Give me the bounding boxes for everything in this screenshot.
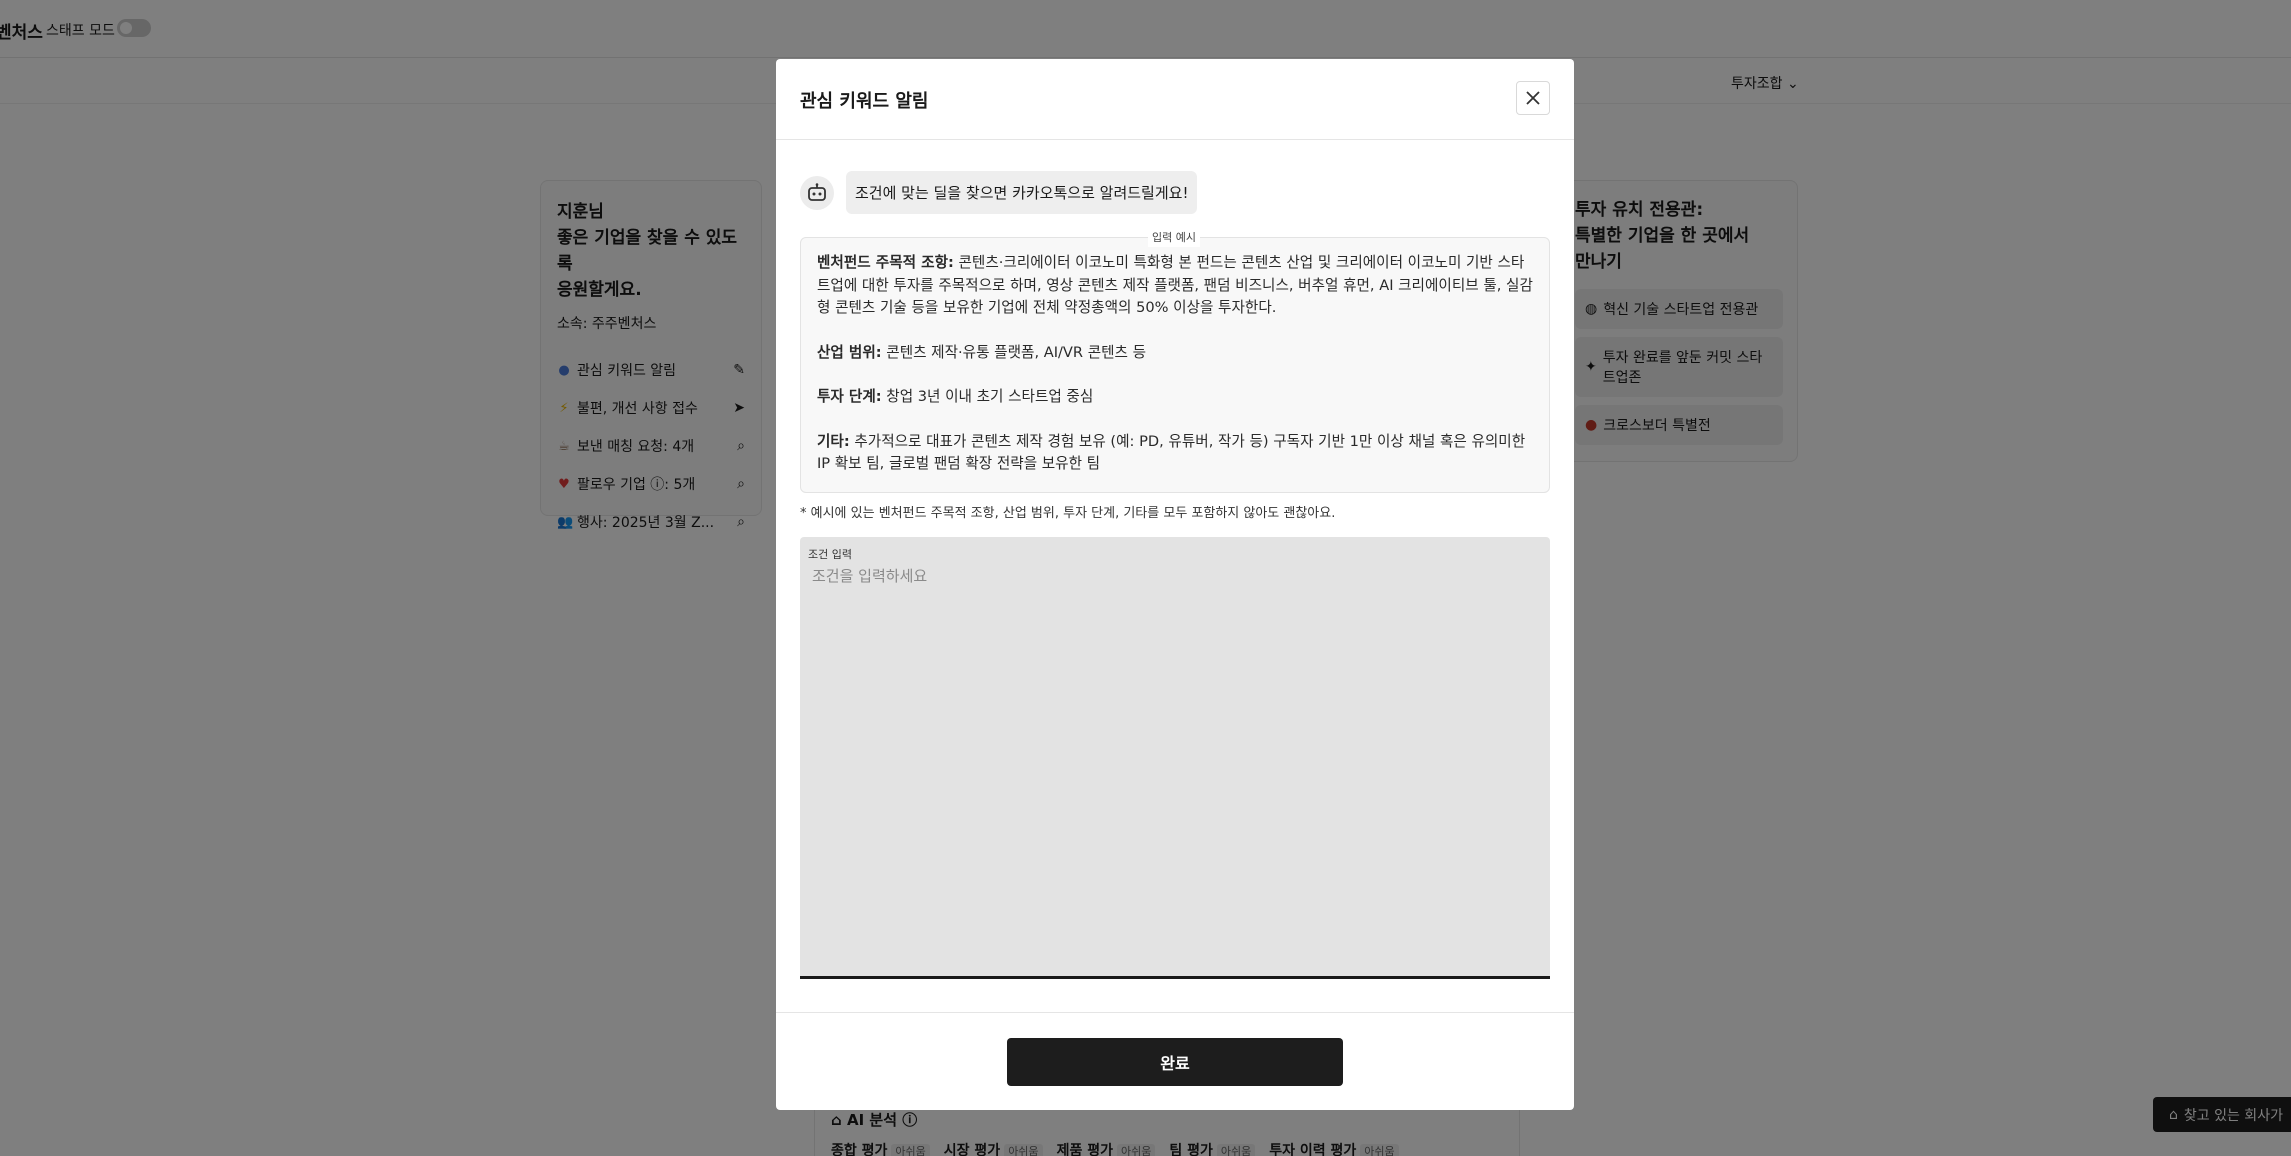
condition-input-field: 조건 입력 [800, 537, 1550, 979]
example-heading: 벤처펀드 주목적 조항: [817, 254, 954, 271]
example-label: 입력 예시 [1148, 227, 1200, 247]
example-heading: 산업 범위: [817, 343, 882, 361]
bot-message-row: 조건에 맞는 딜을 찾으면 카카오톡으로 알려드릴게요! [800, 171, 1198, 214]
example-heading: 투자 단계: [817, 388, 882, 405]
done-button[interactable]: 완료 [1007, 1038, 1343, 1086]
keyword-alert-modal: 관심 키워드 알림 조건에 맞는 딜을 찾으면 카카오톡으로 알려드릴게요! 입… [776, 59, 1574, 1110]
example-note: * 예시에 있는 벤처펀드 주목적 조항, 산업 범위, 투자 단계, 기타를 … [800, 506, 1336, 521]
example-paragraph: 기타: 추가적으로 대표가 콘텐츠 제작 경험 보유 (예: PD, 유튜버, … [817, 431, 1533, 476]
close-button[interactable] [1516, 81, 1550, 115]
modal-title: 관심 키워드 알림 [800, 91, 929, 112]
example-paragraph: 투자 단계: 창업 3년 이내 초기 스타트업 중심 [817, 386, 1533, 409]
example-text: 추가적으로 대표가 콘텐츠 제작 경험 보유 (예: PD, 유튜버, 작가 등… [817, 432, 1526, 473]
example-paragraph: 벤처펀드 주목적 조항: 콘텐츠·크리에이터 이코노미 특화형 본 펀드는 콘텐… [817, 252, 1533, 320]
example-text: 창업 3년 이내 초기 스타트업 중심 [881, 388, 1094, 405]
condition-input[interactable] [800, 561, 1548, 973]
modal-header: 관심 키워드 알림 [776, 59, 1574, 140]
example-heading: 기타: [817, 432, 850, 450]
close-icon [1526, 91, 1540, 105]
modal-footer: 완료 [776, 1012, 1574, 1110]
robot-icon [800, 175, 834, 210]
example-paragraph: 산업 범위: 콘텐츠 제작·유통 플랫폼, AI/VR 콘텐츠 등 [817, 342, 1533, 365]
example-text: 콘텐츠 제작·유통 플랫폼, AI/VR 콘텐츠 등 [881, 343, 1147, 361]
example-box: 벤처펀드 주목적 조항: 콘텐츠·크리에이터 이코노미 특화형 본 펀드는 콘텐… [800, 237, 1550, 493]
condition-input-label: 조건 입력 [808, 548, 852, 561]
bot-message: 조건에 맞는 딜을 찾으면 카카오톡으로 알려드릴게요! [846, 171, 1198, 214]
